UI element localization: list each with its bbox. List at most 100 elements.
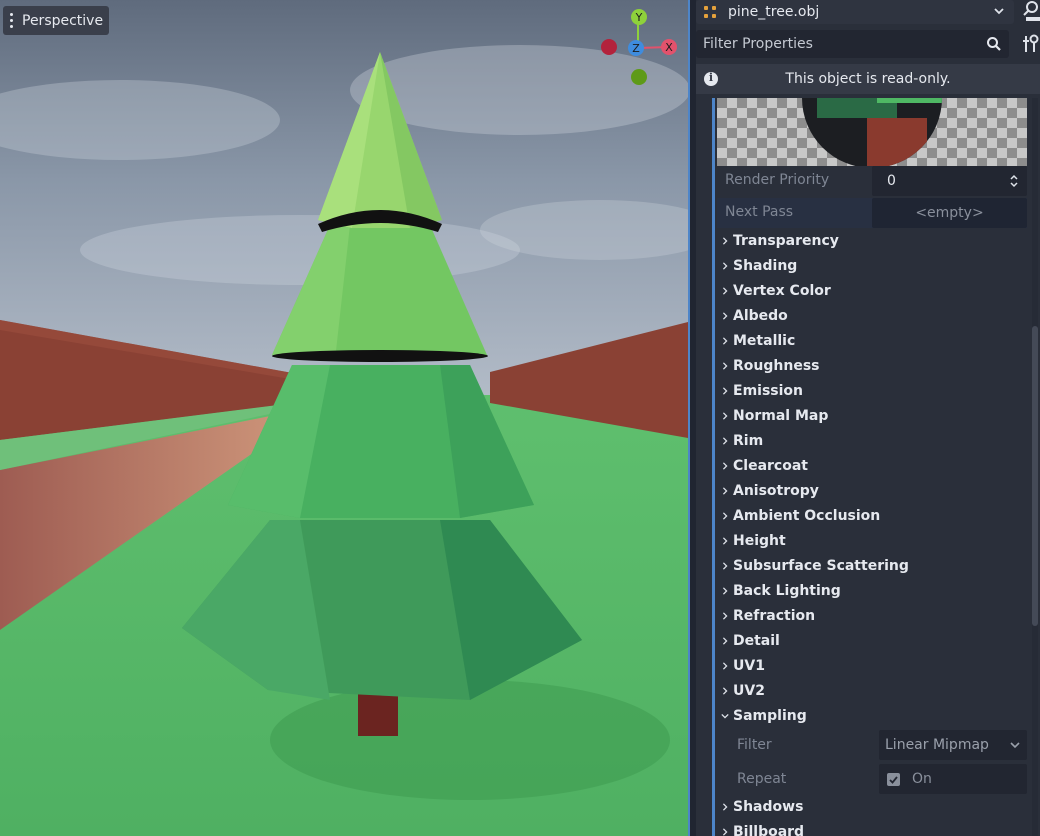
open-docs-icon[interactable] xyxy=(1022,0,1040,22)
filter-dropdown[interactable]: Linear Mipmap xyxy=(879,730,1027,760)
mesh-resource-icon xyxy=(702,3,720,21)
section-normal-map[interactable]: Normal Map xyxy=(717,403,828,428)
chevron-right-icon xyxy=(722,261,728,270)
section-label: Vertex Color xyxy=(733,282,831,299)
chevron-down-icon xyxy=(1010,742,1020,749)
chevron-down-icon xyxy=(721,713,729,719)
checkbox-checked-icon xyxy=(887,772,900,786)
section-label: Back Lighting xyxy=(733,582,841,599)
chevron-right-icon xyxy=(722,436,728,445)
more-options-icon xyxy=(7,13,16,28)
neg-x-axis-handle[interactable] xyxy=(601,39,617,55)
repeat-checkbox[interactable]: On xyxy=(879,764,1027,794)
next-pass-picker[interactable]: <empty> xyxy=(872,198,1027,228)
chevron-right-icon xyxy=(722,686,728,695)
inspector-scrollbar[interactable] xyxy=(1032,98,1038,836)
z-axis-label: Z xyxy=(632,42,640,55)
perspective-menu-button[interactable]: Perspective xyxy=(3,6,110,35)
section-label: Anisotropy xyxy=(733,482,819,499)
section-height[interactable]: Height xyxy=(717,528,786,553)
chevron-right-icon xyxy=(722,636,728,645)
chevron-right-icon xyxy=(722,236,728,245)
filter-row: Filter Linear Mipmap xyxy=(717,730,1027,762)
section-shadows[interactable]: Shadows xyxy=(717,794,803,819)
section-rim[interactable]: Rim xyxy=(717,428,763,453)
render-priority-spinbox[interactable]: 0 xyxy=(872,166,1027,196)
scrollbar-thumb[interactable] xyxy=(1032,326,1038,626)
section-metallic[interactable]: Metallic xyxy=(717,328,795,353)
section-clearcoat[interactable]: Clearcoat xyxy=(717,453,808,478)
filter-properties-field[interactable] xyxy=(696,30,1009,58)
3d-viewport[interactable]: Perspective Y Z X xyxy=(0,0,688,836)
chevron-right-icon xyxy=(722,386,728,395)
section-back-lighting[interactable]: Back Lighting xyxy=(717,578,841,603)
section-label: Clearcoat xyxy=(733,457,808,474)
render-priority-label: Render Priority xyxy=(725,172,830,188)
chevron-right-icon xyxy=(722,661,728,670)
chevron-right-icon xyxy=(722,411,728,420)
chevron-right-icon xyxy=(722,586,728,595)
section-detail[interactable]: Detail xyxy=(717,628,780,653)
chevron-right-icon xyxy=(722,511,728,520)
section-label: Albedo xyxy=(733,307,788,324)
chevron-down-icon xyxy=(994,8,1004,15)
section-label: Refraction xyxy=(733,607,816,624)
section-ambient-occlusion[interactable]: Ambient Occlusion xyxy=(717,503,880,528)
render-priority-value: 0 xyxy=(887,173,896,189)
filter-properties-input[interactable] xyxy=(696,35,975,53)
section-subsurface-scattering[interactable]: Subsurface Scattering xyxy=(717,553,909,578)
section-label: Rim xyxy=(733,432,764,449)
render-priority-row: Render Priority 0 xyxy=(717,166,1027,196)
chevron-right-icon xyxy=(722,827,728,836)
repeat-label: Repeat xyxy=(737,771,787,787)
filter-label: Filter xyxy=(737,737,772,753)
y-axis-label: Y xyxy=(635,11,643,24)
chevron-right-icon xyxy=(722,461,728,470)
scene-render xyxy=(0,0,688,836)
chevron-right-icon xyxy=(722,611,728,620)
view-orientation-gizmo[interactable]: Y Z X xyxy=(598,8,682,90)
section-label: UV1 xyxy=(733,657,765,674)
section-label: Detail xyxy=(733,632,780,649)
resource-picker[interactable]: pine_tree.obj xyxy=(696,0,1014,24)
section-label: Normal Map xyxy=(733,407,829,424)
section-label: Transparency xyxy=(733,232,839,249)
section-albedo[interactable]: Albedo xyxy=(717,303,788,328)
next-pass-label: Next Pass xyxy=(725,204,794,220)
repeat-value: On xyxy=(912,771,932,787)
property-tools-icon[interactable] xyxy=(1022,33,1040,55)
section-roughness[interactable]: Roughness xyxy=(717,353,819,378)
section-label: Height xyxy=(733,532,786,549)
filter-value: Linear Mipmap xyxy=(885,737,989,753)
section-uv2[interactable]: UV2 xyxy=(717,678,765,703)
chevron-right-icon xyxy=(722,286,728,295)
chevron-right-icon xyxy=(722,802,728,811)
neg-y-axis-handle[interactable] xyxy=(631,69,647,85)
chevron-right-icon xyxy=(722,336,728,345)
section-label: Metallic xyxy=(733,332,796,349)
section-uv1[interactable]: UV1 xyxy=(717,653,765,678)
section-billboard[interactable]: Billboard xyxy=(717,819,804,836)
readonly-notice: This object is read-only. xyxy=(696,64,1040,94)
section-vertex-color[interactable]: Vertex Color xyxy=(717,278,831,303)
section-label: UV2 xyxy=(733,682,765,699)
perspective-label: Perspective xyxy=(22,12,104,29)
section-transparency[interactable]: Transparency xyxy=(717,228,839,253)
panel-splitter[interactable] xyxy=(688,0,696,836)
section-label: Subsurface Scattering xyxy=(733,557,909,574)
section-refraction[interactable]: Refraction xyxy=(717,603,815,628)
section-emission[interactable]: Emission xyxy=(717,378,803,403)
section-accent-bar xyxy=(712,98,715,836)
resource-name: pine_tree.obj xyxy=(728,4,820,20)
section-label: Emission xyxy=(733,382,803,399)
chevron-right-icon xyxy=(722,311,728,320)
chevron-right-icon xyxy=(722,486,728,495)
section-label: Billboard xyxy=(733,823,805,836)
chevron-right-icon xyxy=(722,361,728,370)
splitter-edge xyxy=(688,0,690,836)
next-pass-row: Next Pass <empty> xyxy=(717,198,1027,228)
section-sampling[interactable]: Sampling xyxy=(717,703,807,728)
section-shading[interactable]: Shading xyxy=(717,253,797,278)
chevron-right-icon xyxy=(722,561,728,570)
section-anisotropy[interactable]: Anisotropy xyxy=(717,478,819,503)
